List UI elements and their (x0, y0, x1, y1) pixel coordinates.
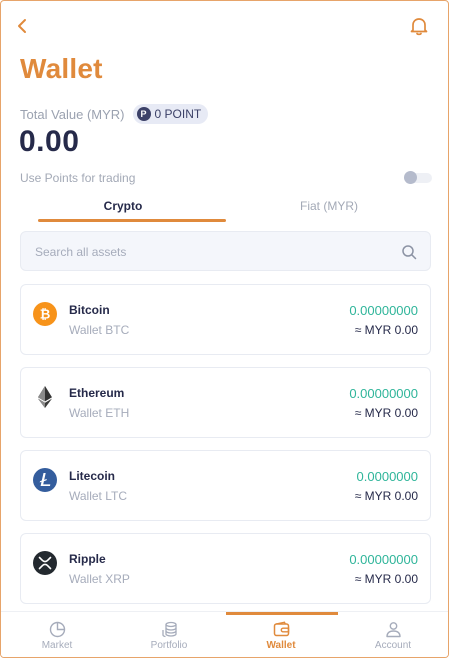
tab-crypto-label: Crypto (103, 199, 143, 213)
asset-amount: 0.00000000 (349, 552, 418, 567)
asset-tabs: Crypto Fiat (MYR) (20, 199, 432, 225)
nav-portfolio[interactable]: Portfolio (113, 612, 225, 657)
asset-wallet-label: Wallet LTC (69, 489, 128, 503)
search-input[interactable] (35, 242, 375, 262)
bitcoin-icon: ₿ (33, 302, 57, 326)
pie-chart-icon (49, 621, 66, 638)
asset-fiat-value: ≈ MYR 0.00 (354, 489, 418, 503)
nav-wallet-label: Wallet (266, 640, 296, 651)
nav-account-label: Account (374, 640, 412, 651)
points-text: 0 POINT (154, 107, 202, 121)
back-button[interactable] (15, 15, 35, 37)
top-bar (1, 1, 448, 51)
asset-fiat-value: ≈ MYR 0.00 (354, 406, 418, 420)
nav-market[interactable]: Market (1, 612, 113, 657)
svg-text:₿: ₿ (40, 307, 51, 322)
asset-card-ethereum[interactable]: Ethereum Wallet ETH 0.00000000 ≈ MYR 0.0… (20, 367, 431, 438)
asset-card-ripple[interactable]: Ripple Wallet XRP 0.00000000 ≈ MYR 0.00 (20, 533, 431, 604)
total-value: 0.00 (19, 125, 80, 158)
tab-fiat-label: Fiat (MYR) (300, 199, 358, 213)
use-points-row: Use Points for trading (20, 171, 432, 187)
asset-card-bitcoin[interactable]: ₿ Bitcoin Wallet BTC 0.00000000 ≈ MYR 0.… (20, 284, 431, 355)
nav-account[interactable]: Account (337, 612, 448, 657)
coins-icon (162, 621, 177, 638)
asset-wallet-label: Wallet XRP (69, 572, 130, 586)
asset-card-litecoin[interactable]: Litecoin Wallet LTC 0.0000000 ≈ MYR 0.00 (20, 450, 431, 521)
wallet-screen: Wallet Total Value (MYR) P 0 POINT 0.00 … (0, 0, 449, 658)
page-title: Wallet (20, 53, 103, 84)
use-points-toggle[interactable] (404, 171, 432, 184)
chevron-left-icon (18, 19, 26, 33)
nav-market-label: Market (41, 640, 73, 651)
nav-portfolio-label: Portfolio (150, 640, 188, 651)
total-value-row: Total Value (MYR) P 0 POINT (20, 103, 209, 125)
ripple-icon (33, 551, 57, 575)
asset-name: Litecoin (69, 469, 116, 483)
asset-amount: 0.00000000 (349, 303, 418, 318)
toggle-knob (404, 171, 417, 184)
points-badge[interactable]: P 0 POINT (132, 104, 209, 124)
asset-name: Ethereum (69, 386, 125, 400)
nav-wallet[interactable]: Wallet (225, 612, 337, 657)
asset-name: Ripple (69, 552, 106, 566)
tab-fiat[interactable]: Fiat (MYR) (226, 199, 432, 225)
asset-amount: 0.0000000 (356, 469, 418, 484)
litecoin-icon (33, 468, 57, 492)
ethereum-icon (38, 386, 52, 408)
search-icon[interactable] (401, 244, 417, 260)
user-icon (386, 622, 401, 638)
asset-wallet-label: Wallet BTC (69, 323, 130, 337)
asset-fiat-value: ≈ MYR 0.00 (354, 572, 418, 586)
bottom-nav: Market Portfolio Wallet Account (1, 611, 448, 657)
bell-icon (410, 18, 428, 36)
asset-wallet-label: Wallet ETH (69, 406, 130, 420)
search-box (20, 231, 431, 271)
wallet-icon (273, 621, 290, 637)
asset-name: Bitcoin (69, 303, 110, 317)
use-points-label: Use Points for trading (20, 171, 136, 185)
asset-fiat-value: ≈ MYR 0.00 (354, 323, 418, 337)
notifications-button[interactable] (408, 15, 430, 37)
active-tab-indicator (38, 219, 226, 222)
total-value-label: Total Value (MYR) (20, 106, 125, 122)
asset-amount: 0.00000000 (349, 386, 418, 401)
points-icon: P (136, 107, 151, 121)
